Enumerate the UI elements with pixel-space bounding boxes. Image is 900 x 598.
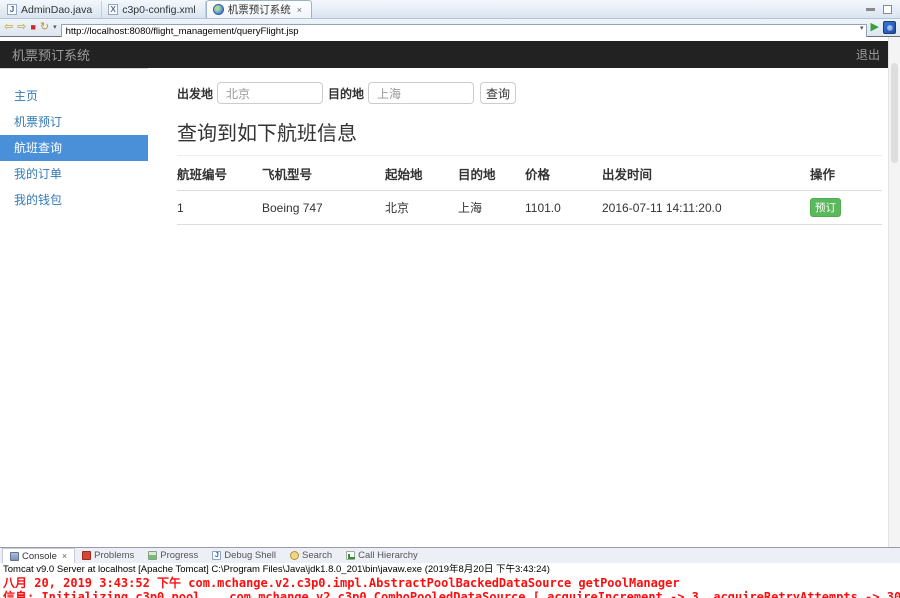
problems-icon bbox=[82, 551, 91, 560]
main-content: 出发地 目的地 查询 查询到如下航班信息 bbox=[148, 68, 888, 543]
table-header-row: 航班编号 飞机型号 起始地 目的地 价格 出发时间 操作 bbox=[177, 156, 882, 191]
console-stderr-line-2: 信息: Initializing c3p0 pool... com.mchang… bbox=[3, 590, 900, 598]
xml-file-icon: X bbox=[108, 4, 118, 15]
debug-shell-icon: J bbox=[212, 551, 221, 560]
url-dropdown-icon[interactable]: ▾ bbox=[860, 24, 864, 32]
console-icon bbox=[10, 552, 19, 561]
progress-icon bbox=[148, 551, 157, 560]
tab-label: Debug Shell bbox=[224, 550, 276, 561]
browser-viewport: 机票预订系统 退出 主页 机票预订 航班查询 我的订单 我的钱包 出发地 目的地 bbox=[0, 37, 900, 547]
cell-flight-no: 1 bbox=[177, 191, 262, 225]
tab-label: Call Hierarchy bbox=[358, 550, 418, 561]
console-panel: Console × Problems Progress J Debug Shel… bbox=[0, 547, 900, 598]
query-button[interactable]: 查询 bbox=[480, 82, 516, 104]
console-output[interactable]: Tomcat v9.0 Server at localhost [Apache … bbox=[0, 563, 900, 598]
go-icon[interactable]: ▶ bbox=[871, 22, 879, 33]
results-heading: 查询到如下航班信息 bbox=[177, 117, 882, 156]
eclipse-window: J AdminDao.java X c3p0-config.xml 机票预订系统… bbox=[0, 0, 900, 598]
search-icon bbox=[290, 551, 299, 560]
from-input[interactable] bbox=[217, 82, 323, 104]
globe-icon bbox=[213, 4, 224, 15]
sidebar-item-flight-query[interactable]: 航班查询 bbox=[0, 135, 148, 161]
site-navbar: 机票预订系统 退出 bbox=[0, 41, 888, 68]
cell-price: 1101.0 bbox=[525, 191, 602, 225]
tab-call-hierarchy[interactable]: Call Hierarchy bbox=[339, 548, 425, 563]
flights-table: 航班编号 飞机型号 起始地 目的地 价格 出发时间 操作 1 bbox=[177, 156, 882, 225]
table-row: 1 Boeing 747 北京 上海 1101.0 2016-07-11 14:… bbox=[177, 191, 882, 225]
url-input[interactable] bbox=[61, 24, 867, 38]
tab-problems[interactable]: Problems bbox=[75, 548, 141, 563]
call-hierarchy-icon bbox=[346, 551, 355, 560]
tab-label: c3p0-config.xml bbox=[122, 4, 196, 16]
url-bar-wrap: ▾ bbox=[61, 21, 867, 35]
stop-icon[interactable]: ■ bbox=[30, 22, 35, 33]
to-label: 目的地 bbox=[328, 85, 364, 102]
editor-tab-bar: J AdminDao.java X c3p0-config.xml 机票预订系统… bbox=[0, 0, 900, 19]
flight-search-form: 出发地 目的地 查询 bbox=[177, 82, 882, 104]
java-file-icon: J bbox=[7, 4, 17, 15]
cell-destination: 上海 bbox=[458, 191, 525, 225]
page-body: 主页 机票预订 航班查询 我的订单 我的钱包 出发地 目的地 查询 查询到如下航… bbox=[0, 68, 888, 543]
sidebar: 主页 机票预订 航班查询 我的订单 我的钱包 bbox=[0, 68, 148, 543]
cell-aircraft-model: Boeing 747 bbox=[262, 191, 385, 225]
sidebar-item-my-orders[interactable]: 我的订单 bbox=[0, 161, 148, 187]
cell-origin: 北京 bbox=[385, 191, 458, 225]
col-destination: 目的地 bbox=[458, 156, 525, 191]
close-icon[interactable]: × bbox=[297, 5, 302, 15]
col-departure-time: 出发时间 bbox=[602, 156, 810, 191]
maximize-icon[interactable] bbox=[883, 5, 892, 14]
col-flight-no: 航班编号 bbox=[177, 156, 262, 191]
tab-c3p0-config-xml[interactable]: X c3p0-config.xml bbox=[102, 1, 206, 18]
browser-toolbar: ⇦ ⇨ ■ ↻ ▾ ▾ ▶ bbox=[0, 19, 900, 37]
tab-label: Search bbox=[302, 550, 332, 561]
logout-link[interactable]: 退出 bbox=[856, 46, 880, 63]
tab-label: Console bbox=[22, 551, 57, 562]
cell-departure-time: 2016-07-11 14:11:20.0 bbox=[602, 191, 810, 225]
sidebar-item-booking[interactable]: 机票预订 bbox=[0, 109, 148, 135]
editor-window-controls bbox=[866, 5, 900, 18]
col-origin: 起始地 bbox=[385, 156, 458, 191]
to-input[interactable] bbox=[368, 82, 474, 104]
browser-scrollbar[interactable] bbox=[888, 37, 900, 547]
tab-label: AdminDao.java bbox=[21, 4, 92, 16]
tab-console[interactable]: Console × bbox=[2, 548, 75, 563]
tab-admindao-java[interactable]: J AdminDao.java bbox=[1, 1, 102, 18]
tab-flight-system-browser[interactable]: 机票预订系统 × bbox=[206, 0, 312, 18]
open-external-browser-icon[interactable] bbox=[883, 21, 896, 34]
tab-search[interactable]: Search bbox=[283, 548, 339, 563]
tab-progress[interactable]: Progress bbox=[141, 548, 205, 563]
tab-debug-shell[interactable]: J Debug Shell bbox=[205, 548, 283, 563]
tab-label: Problems bbox=[94, 550, 134, 561]
col-price: 价格 bbox=[525, 156, 602, 191]
scrollbar-thumb[interactable] bbox=[891, 63, 898, 163]
book-button[interactable]: 预订 bbox=[810, 198, 841, 217]
tab-label: Progress bbox=[160, 550, 198, 561]
site-title[interactable]: 机票预订系统 bbox=[12, 45, 90, 64]
sidebar-item-my-wallet[interactable]: 我的钱包 bbox=[0, 187, 148, 213]
col-aircraft-model: 飞机型号 bbox=[262, 156, 385, 191]
col-action: 操作 bbox=[810, 156, 882, 191]
console-tab-bar: Console × Problems Progress J Debug Shel… bbox=[0, 548, 900, 563]
refresh-icon[interactable]: ↻ bbox=[40, 22, 49, 33]
minimize-icon[interactable] bbox=[866, 8, 875, 11]
sidebar-item-home[interactable]: 主页 bbox=[0, 83, 148, 109]
console-stderr-line-1: 八月 20, 2019 3:43:52 下午 com.mchange.v2.c3… bbox=[3, 576, 900, 590]
web-page: 机票预订系统 退出 主页 机票预订 航班查询 我的订单 我的钱包 出发地 目的地 bbox=[0, 37, 888, 547]
cell-action: 预订 bbox=[810, 191, 882, 225]
from-label: 出发地 bbox=[177, 85, 213, 102]
refresh-dropdown-icon[interactable]: ▾ bbox=[53, 22, 57, 33]
close-icon[interactable]: × bbox=[62, 551, 67, 561]
back-icon[interactable]: ⇦ bbox=[4, 22, 13, 33]
forward-icon[interactable]: ⇨ bbox=[17, 22, 26, 33]
console-process-line: Tomcat v9.0 Server at localhost [Apache … bbox=[3, 563, 900, 576]
tab-label: 机票预订系统 bbox=[228, 2, 291, 17]
